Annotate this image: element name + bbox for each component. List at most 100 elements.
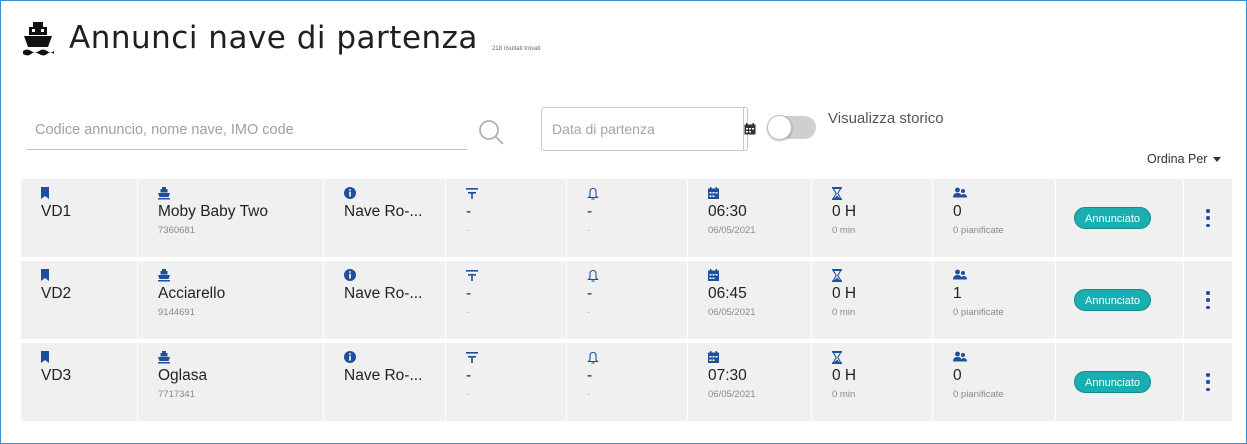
announcement-list: VD1 Moby Baby Two 7360681 Nave Ro-... - … [21, 179, 1232, 425]
info-icon [344, 187, 356, 199]
page-header: Annunci nave di partenza 218 risultati t… [21, 20, 541, 56]
ship-icon [158, 187, 170, 200]
cell-code: VD2 [21, 261, 138, 339]
filter-icon [466, 352, 478, 363]
more-options-icon[interactable] [1206, 373, 1210, 391]
ship-icon [158, 351, 170, 364]
more-options-icon[interactable] [1206, 291, 1210, 309]
bell-value: - [587, 203, 593, 220]
filter-sub: - [466, 389, 470, 400]
bell-sub: - [587, 389, 591, 400]
caret-down-icon [1213, 156, 1222, 162]
cell-ship: Moby Baby Two 7360681 [138, 179, 324, 257]
cell-filter: - - [446, 261, 567, 339]
filter-sub: - [466, 307, 470, 318]
bookmark-icon [41, 187, 49, 199]
sort-label: Ordina Per [1147, 152, 1208, 166]
ship-icon [158, 269, 170, 282]
ship-name: Moby Baby Two [158, 203, 268, 220]
ship-name: Acciarello [158, 285, 226, 302]
departure-time: 07:30 [708, 367, 747, 384]
cell-actions [1184, 261, 1232, 339]
cell-status: Annunciato [1056, 343, 1184, 421]
sort-dropdown[interactable]: Ordina Per [1147, 152, 1222, 166]
ship-type: Nave Ro-... [344, 285, 423, 302]
search-icon[interactable] [477, 118, 505, 146]
duration-minutes: 0 min [832, 307, 856, 318]
cell-code: VD1 [21, 179, 138, 257]
toggle-knob [767, 115, 792, 140]
date-filter [541, 107, 756, 151]
bell-value: - [587, 367, 593, 384]
calendar-icon [708, 351, 719, 363]
bell-icon [587, 351, 599, 364]
cell-duration: 0 H 0 min [812, 179, 933, 257]
cell-datetime: 07:30 06/05/2021 [688, 343, 812, 421]
cell-duration: 0 H 0 min [812, 261, 933, 339]
filter-icon [466, 270, 478, 281]
planned-count: 1 [953, 285, 962, 302]
cell-ship: Oglasa 7717341 [138, 343, 324, 421]
calendar-icon [708, 187, 719, 199]
departure-date: 06/05/2021 [708, 389, 756, 400]
ship-icon [23, 22, 54, 56]
planned-sub: 0 pianificate [953, 389, 1004, 400]
duration-minutes: 0 min [832, 389, 856, 400]
page-title: Annunci nave di partenza [69, 20, 478, 56]
search-input[interactable] [27, 110, 467, 150]
status-badge: Annunciato [1074, 207, 1152, 229]
hourglass-icon [832, 351, 842, 364]
more-options-icon[interactable] [1206, 209, 1210, 227]
date-picker-button[interactable] [743, 108, 756, 150]
cell-status: Annunciato [1056, 179, 1184, 257]
cell-count: 0 0 pianificate [933, 179, 1056, 257]
filter-icon [466, 188, 478, 199]
ship-type: Nave Ro-... [344, 367, 423, 384]
bookmark-icon [41, 269, 49, 281]
departure-time: 06:45 [708, 285, 747, 302]
table-row[interactable]: VD2 Acciarello 9144691 Nave Ro-... - - -… [21, 261, 1232, 339]
cell-type: Nave Ro-... [324, 179, 446, 257]
history-toggle[interactable] [767, 115, 816, 140]
calendar-icon [708, 269, 719, 281]
departure-date: 06/05/2021 [708, 225, 756, 236]
planned-count: 0 [953, 203, 962, 220]
users-icon [953, 351, 967, 362]
cell-bell: - - [567, 179, 688, 257]
bell-icon [587, 187, 599, 200]
info-icon [344, 351, 356, 363]
bookmark-icon [41, 351, 49, 363]
cell-filter: - - [446, 343, 567, 421]
cell-datetime: 06:45 06/05/2021 [688, 261, 812, 339]
hourglass-icon [832, 269, 842, 282]
search-bar [27, 110, 504, 150]
imo-code: 9144691 [158, 307, 195, 318]
bell-icon [587, 269, 599, 282]
announcement-code: VD1 [41, 203, 72, 220]
cell-count: 1 0 pianificate [933, 261, 1056, 339]
date-input[interactable] [542, 108, 743, 150]
table-row[interactable]: VD1 Moby Baby Two 7360681 Nave Ro-... - … [21, 179, 1232, 257]
duration-hours: 0 H [832, 285, 857, 302]
status-badge: Annunciato [1074, 289, 1152, 311]
filter-value: - [466, 367, 472, 384]
imo-code: 7360681 [158, 225, 195, 236]
planned-sub: 0 pianificate [953, 307, 1004, 318]
bell-sub: - [587, 307, 591, 318]
filter-value: - [466, 203, 472, 220]
table-row[interactable]: VD3 Oglasa 7717341 Nave Ro-... - - - - 0… [21, 343, 1232, 421]
history-toggle-label: Visualizza storico [828, 110, 944, 127]
history-toggle-group: Visualizza storico [767, 110, 944, 140]
cell-count: 0 0 pianificate [933, 343, 1056, 421]
duration-hours: 0 H [832, 367, 857, 384]
imo-code: 7717341 [158, 389, 195, 400]
results-count: 218 risultati trovati [491, 46, 541, 52]
cell-type: Nave Ro-... [324, 261, 446, 339]
hourglass-icon [832, 187, 842, 200]
cell-actions [1184, 343, 1232, 421]
duration-minutes: 0 min [832, 225, 856, 236]
ship-name: Oglasa [158, 367, 208, 384]
cell-datetime: 06:30 06/05/2021 [688, 179, 812, 257]
departure-time: 06:30 [708, 203, 747, 220]
users-icon [953, 187, 967, 198]
